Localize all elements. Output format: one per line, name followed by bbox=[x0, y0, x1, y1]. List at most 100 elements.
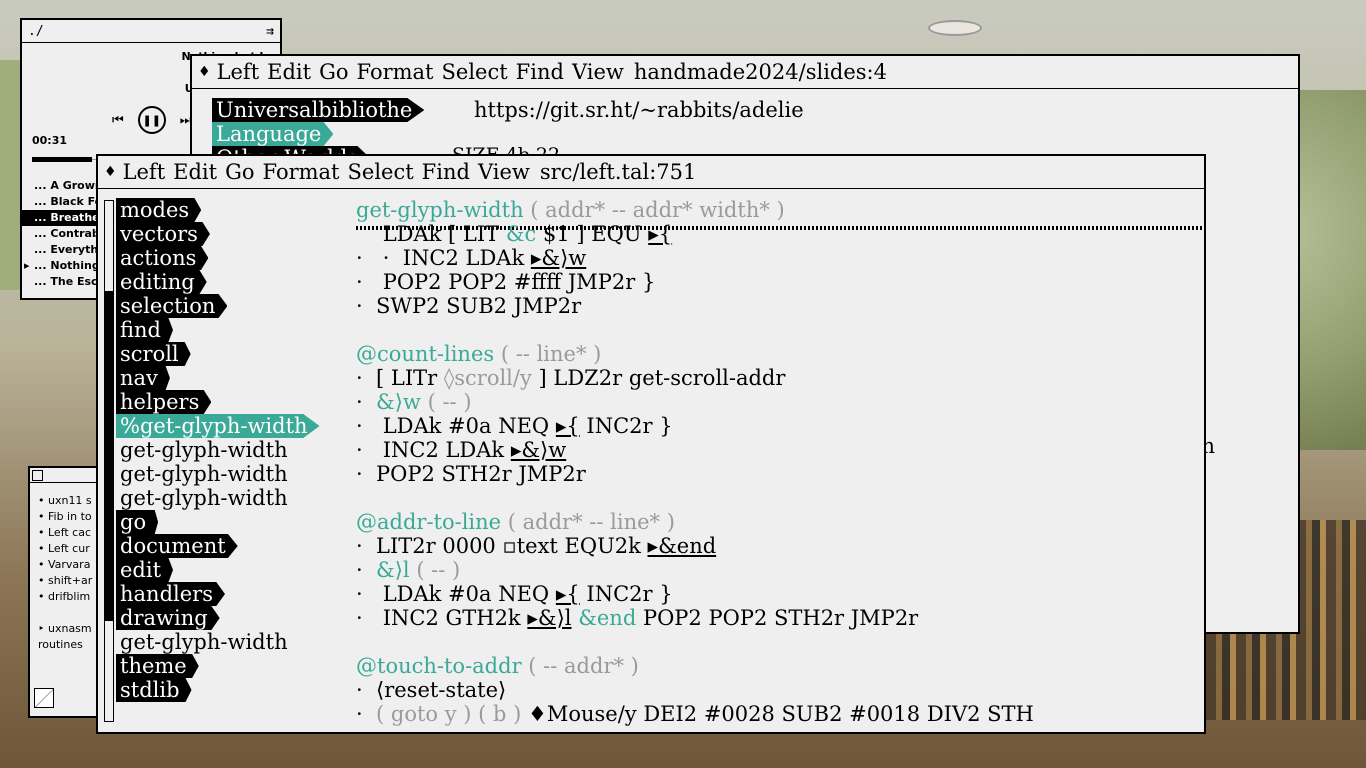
code-line[interactable]: · LIT2r 0000 ▫text EQU2k ▸&end bbox=[356, 534, 1034, 558]
hamburger-icon[interactable]: ⇉ bbox=[266, 24, 274, 39]
code-token: ( goto y ) ( b ) bbox=[376, 702, 522, 726]
code-line[interactable]: · · INC2 LDAk ▸&⟩w bbox=[356, 246, 1034, 270]
code-line[interactable]: @count-lines ( -- line* ) bbox=[356, 342, 1034, 366]
code-line[interactable]: · &⟩l ( -- ) bbox=[356, 558, 1034, 582]
sidebar-item[interactable]: edit bbox=[116, 558, 320, 582]
menu-item-left[interactable]: Left bbox=[217, 60, 260, 84]
sidebar-item[interactable]: vectors bbox=[116, 222, 320, 246]
pause-button[interactable]: ❚❚ bbox=[137, 106, 166, 134]
source-editor-window[interactable]: ♦ Left Edit Go Format Select Find View src/left… bbox=[96, 154, 1206, 734]
sidebar-item[interactable]: get-glyph-width bbox=[116, 486, 320, 510]
menu-item-find[interactable]: Find bbox=[516, 60, 564, 84]
sidebar-item-label: handlers bbox=[116, 582, 225, 606]
sidebar-item-label: actions bbox=[116, 246, 209, 270]
sidebar-item[interactable]: find bbox=[116, 318, 320, 342]
sidebar-item[interactable]: editing bbox=[116, 270, 320, 294]
menu-item-view[interactable]: View bbox=[572, 60, 624, 84]
code-line[interactable]: LDAk [ LIT &c $1 ] EQU ▸{ bbox=[356, 222, 1034, 246]
code-token: ♦Mouse/y DEI2 #0028 SUB2 #0018 DIV2 STH bbox=[521, 702, 1034, 726]
code-token: ▸&⟩l bbox=[527, 606, 572, 630]
code-token: INC2r } bbox=[579, 582, 673, 606]
code-token: · LDAk #0a NEQ bbox=[356, 414, 556, 438]
code-token: · INC2 GTH2k bbox=[356, 606, 528, 630]
sidebar-item[interactable]: scroll bbox=[116, 342, 320, 366]
sidebar-item[interactable]: document bbox=[116, 534, 320, 558]
code-view[interactable]: get-glyph-width ( addr* -- addr* width* … bbox=[356, 198, 1034, 726]
menu-item-select[interactable]: Select bbox=[442, 60, 508, 84]
code-line[interactable]: @touch-to-addr ( -- addr* ) bbox=[356, 654, 1034, 678]
code-token: $1 ] EQU bbox=[536, 222, 649, 246]
sidebar-item[interactable]: nav bbox=[116, 366, 320, 390]
file-name: src/left.tal:751 bbox=[539, 160, 697, 184]
code-token: · POP2 STH2r JMP2r bbox=[356, 462, 586, 486]
code-line[interactable]: · ( goto y ) ( b ) ♦Mouse/y DEI2 #0028 S… bbox=[356, 702, 1034, 726]
slides-tag[interactable]: Universalbibliothe bbox=[212, 98, 425, 122]
sidebar-item-label: helpers bbox=[116, 390, 212, 414]
sidebar-item[interactable]: helpers bbox=[116, 390, 320, 414]
sidebar-item[interactable]: go bbox=[116, 510, 320, 534]
scrollbar-thumb[interactable] bbox=[105, 291, 113, 621]
sidebar-item[interactable]: theme bbox=[116, 654, 320, 678]
menu-item-edit[interactable]: Edit bbox=[173, 160, 217, 184]
code-token: POP2 POP2 STH2r JMP2r bbox=[636, 606, 919, 630]
symbol-sidebar: modes vectors actions editing selection find s… bbox=[116, 198, 320, 702]
diamond-icon[interactable]: ♦ bbox=[198, 64, 211, 80]
previous-track-icon[interactable]: ⏮ bbox=[112, 113, 124, 128]
code-line[interactable] bbox=[356, 630, 1034, 654]
menu-item-format[interactable]: Format bbox=[263, 160, 340, 184]
sidebar-item-label: drawing bbox=[116, 606, 220, 630]
sidebar-item[interactable]: selection bbox=[116, 294, 320, 318]
player-controls: ⏮ ❚❚ ⏭ bbox=[112, 106, 191, 134]
code-token: ▫text EQU2k bbox=[502, 534, 648, 558]
close-box-icon[interactable] bbox=[32, 469, 43, 481]
sidebar-item-label: modes bbox=[116, 198, 202, 222]
sidebar-item-label: nav bbox=[116, 366, 170, 390]
code-line[interactable]: · [ LITr ◊scroll/y ] LDZ2r get-scroll-ad… bbox=[356, 366, 1034, 390]
code-line[interactable]: · POP2 POP2 #ffff JMP2r } bbox=[356, 270, 1034, 294]
code-token: · ⟨reset-state⟩ bbox=[356, 678, 507, 702]
slides-menubar: ♦ Left Edit Go Format Select Find View handmade… bbox=[192, 56, 1298, 89]
progress-fill[interactable] bbox=[32, 157, 92, 162]
sidebar-item[interactable]: drawing bbox=[116, 606, 320, 630]
code-line[interactable]: · LDAk #0a NEQ ▸{ INC2r } bbox=[356, 414, 1034, 438]
code-token: @addr-to-line bbox=[356, 510, 502, 534]
code-line[interactable]: · LDAk #0a NEQ ▸{ INC2r } bbox=[356, 582, 1034, 606]
menu-item-go[interactable]: Go bbox=[225, 160, 254, 184]
sidebar-item-label: get-glyph-width bbox=[120, 462, 288, 486]
sidebar-item[interactable]: get-glyph-width bbox=[116, 462, 320, 486]
menu-item-go[interactable]: Go bbox=[319, 60, 348, 84]
sidebar-item[interactable]: %get-glyph-width bbox=[116, 414, 320, 438]
code-token: · · INC2 LDAk bbox=[356, 246, 531, 270]
code-line[interactable]: · ⟨reset-state⟩ bbox=[356, 678, 1034, 702]
sidebar-item[interactable]: actions bbox=[116, 246, 320, 270]
background-ceiling-light bbox=[928, 20, 982, 36]
code-line[interactable]: · INC2 LDAk ▸&⟩w bbox=[356, 438, 1034, 462]
sidebar-item[interactable]: handlers bbox=[116, 582, 320, 606]
code-line[interactable]: · &⟩w ( -- ) bbox=[356, 390, 1034, 414]
menu-item-edit[interactable]: Edit bbox=[267, 60, 311, 84]
menu-item-view[interactable]: View bbox=[478, 160, 530, 184]
code-line[interactable]: @addr-to-line ( addr* -- line* ) bbox=[356, 510, 1034, 534]
slides-tag[interactable]: Language bbox=[212, 122, 424, 146]
code-line[interactable]: · SWP2 SUB2 JMP2r bbox=[356, 294, 1034, 318]
sidebar-item[interactable]: modes bbox=[116, 198, 320, 222]
menu-item-select[interactable]: Select bbox=[348, 160, 414, 184]
code-line[interactable] bbox=[356, 318, 1034, 342]
code-line[interactable]: · INC2 GTH2k ▸&⟩l &end POP2 POP2 STH2r J… bbox=[356, 606, 1034, 630]
sidebar-item[interactable]: get-glyph-width bbox=[116, 630, 320, 654]
code-token: · LDAk #0a NEQ bbox=[356, 582, 556, 606]
player-titlebar[interactable]: ./ ⇉ bbox=[22, 20, 280, 43]
code-line[interactable] bbox=[356, 486, 1034, 510]
editor-scrollbar[interactable] bbox=[104, 200, 114, 722]
diamond-icon[interactable]: ♦ bbox=[104, 164, 117, 180]
menu-item-format[interactable]: Format bbox=[357, 60, 434, 84]
menu-item-left[interactable]: Left bbox=[123, 160, 166, 184]
menu-item-find[interactable]: Find bbox=[422, 160, 470, 184]
code-line[interactable]: get-glyph-width ( addr* -- addr* width* … bbox=[356, 198, 1034, 222]
sidebar-item-label: document bbox=[116, 534, 238, 558]
code-token: @count-lines bbox=[356, 342, 495, 366]
code-token: ( -- ) bbox=[420, 390, 472, 414]
sidebar-item[interactable]: get-glyph-width bbox=[116, 438, 320, 462]
code-line[interactable]: · POP2 STH2r JMP2r bbox=[356, 462, 1034, 486]
sidebar-item[interactable]: stdlib bbox=[116, 678, 320, 702]
